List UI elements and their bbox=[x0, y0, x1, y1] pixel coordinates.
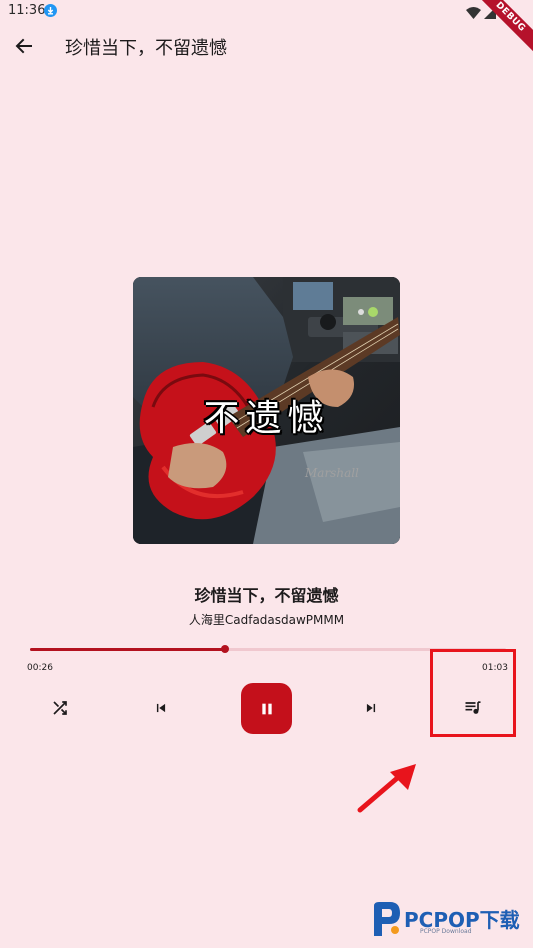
watermark-sub: PCPOP Download bbox=[420, 928, 472, 935]
app-bar: 珍惜当下，不留遗憾 bbox=[0, 24, 533, 68]
shuffle-button[interactable] bbox=[40, 688, 80, 728]
next-button[interactable] bbox=[351, 688, 391, 728]
status-time: 11:36 bbox=[8, 3, 46, 18]
pause-button[interactable] bbox=[241, 683, 292, 734]
download-icon bbox=[44, 4, 57, 17]
annotation-arrow-icon bbox=[357, 764, 416, 813]
current-time: 00:26 bbox=[27, 663, 53, 673]
back-button[interactable] bbox=[12, 34, 36, 58]
previous-button[interactable] bbox=[141, 688, 181, 728]
album-cover: Marshall 不遗憾 bbox=[133, 277, 400, 544]
progress-fill bbox=[30, 648, 226, 651]
song-artist: 人海里CadfadasdawPMMM bbox=[188, 613, 345, 627]
annotation-highlight-box bbox=[430, 649, 516, 737]
skip-previous-icon bbox=[156, 703, 166, 713]
svg-text:Marshall: Marshall bbox=[304, 466, 359, 480]
pcpop-logo-icon bbox=[374, 902, 400, 936]
watermark-logo: PCPOP下载 PCPOP Download bbox=[370, 900, 533, 948]
arrow-back-icon bbox=[15, 38, 32, 54]
album-cover-caption: 不遗憾 bbox=[203, 398, 330, 439]
page-title: 珍惜当下，不留遗憾 bbox=[65, 38, 227, 59]
pause-icon bbox=[261, 703, 272, 714]
shuffle-icon bbox=[53, 701, 67, 715]
skip-next-icon bbox=[366, 703, 376, 713]
song-title: 珍惜当下，不留遗憾 bbox=[194, 586, 339, 605]
status-bar: 11:36 bbox=[0, 0, 533, 24]
progress-thumb[interactable] bbox=[221, 645, 230, 653]
